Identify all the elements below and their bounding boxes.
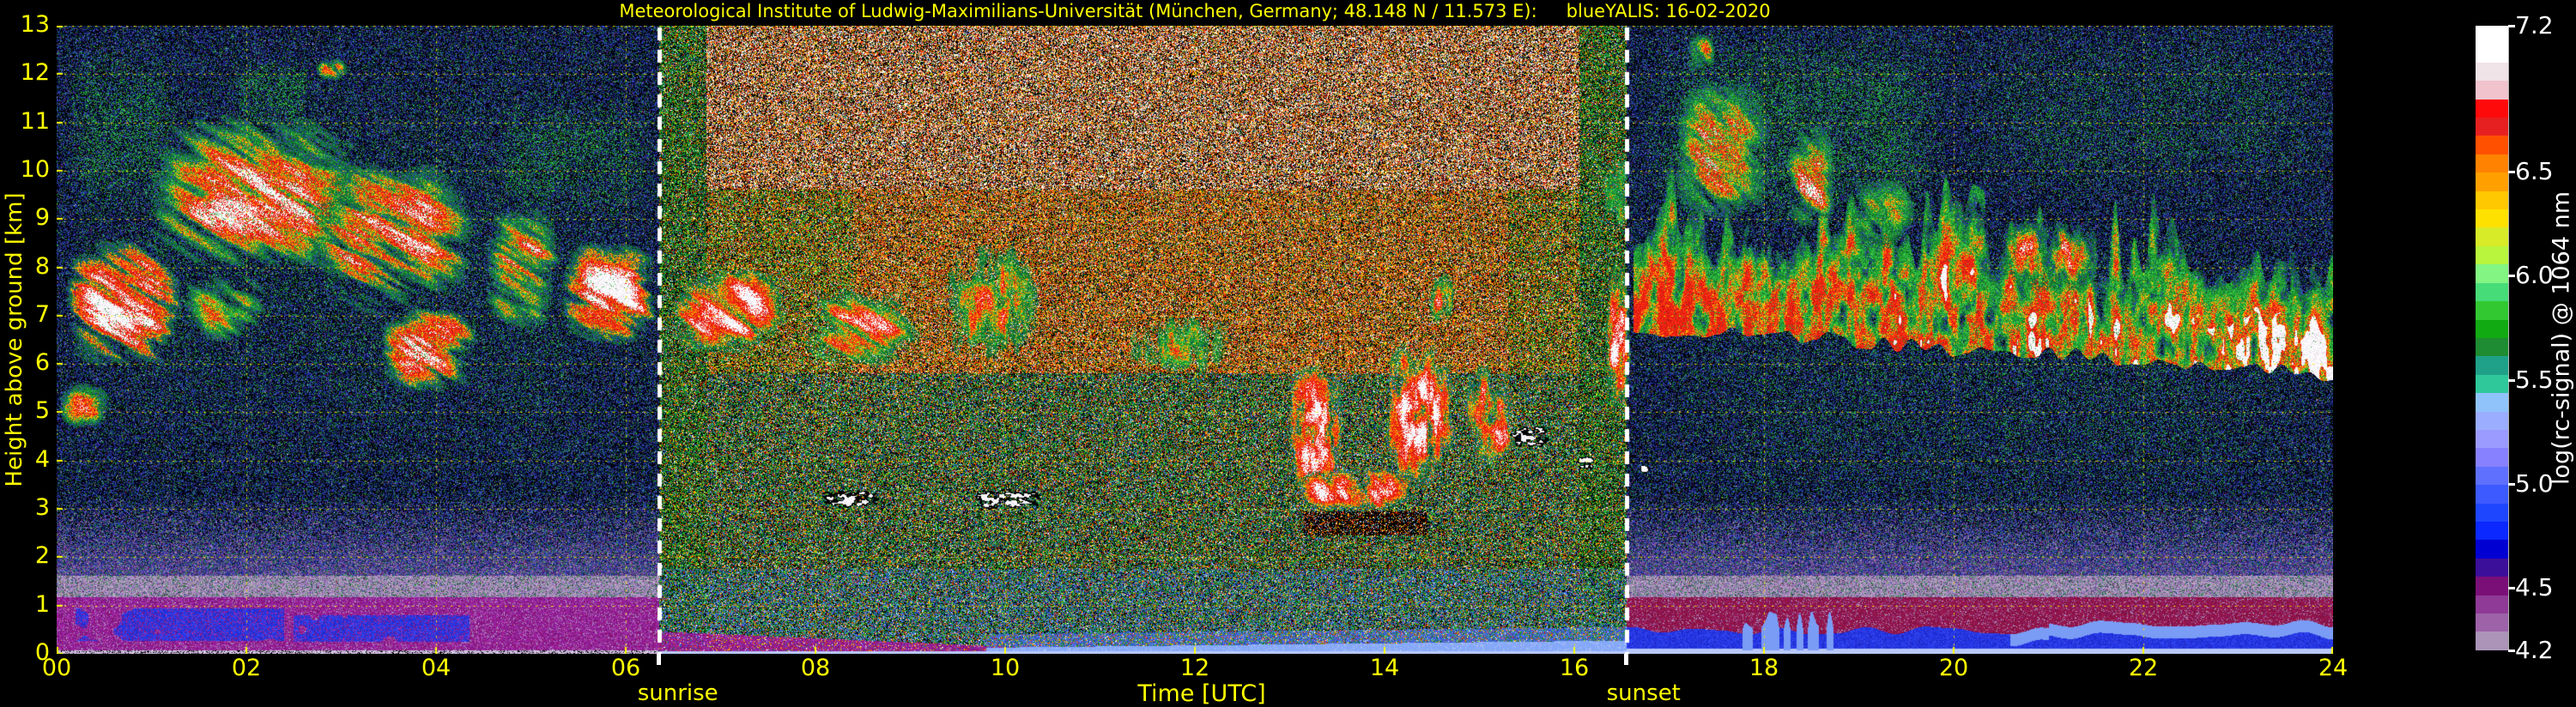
colorbar-block — [2476, 631, 2508, 650]
colorbar-block — [2476, 62, 2508, 82]
sunrise-label: sunrise — [637, 680, 718, 706]
y-tick-10: 10 — [20, 155, 50, 183]
colorbar-block — [2476, 282, 2508, 302]
colorbar-label: log(rc-signal) @ 1064 nm — [2548, 190, 2575, 486]
colorbar-tick-4.5: 4.5 — [2515, 573, 2554, 602]
colorbar-block — [2476, 356, 2508, 375]
x-tick-16: 16 — [1559, 655, 1590, 681]
lidar-heatmap-canvas — [57, 26, 2333, 654]
x-tick-18: 18 — [1749, 655, 1779, 681]
y-tick-12: 12 — [20, 59, 50, 87]
colorbar-block — [2476, 99, 2508, 118]
colorbar-tick-4.2: 4.2 — [2515, 636, 2554, 664]
colorbar-block — [2476, 245, 2508, 265]
x-tick-24: 24 — [2318, 655, 2349, 681]
y-tick-8: 8 — [34, 252, 50, 280]
colorbar-block — [2476, 118, 2508, 136]
colorbar-block — [2476, 374, 2508, 394]
colorbar-tick-7.2: 7.2 — [2515, 11, 2554, 39]
sunset-axis-mark — [1624, 654, 1629, 665]
x-tick-06: 06 — [610, 655, 641, 681]
y-tick-13: 13 — [20, 11, 50, 38]
colorbar-block — [2476, 44, 2508, 63]
colorbar-block — [2476, 319, 2508, 338]
colorbar-block — [2476, 26, 2508, 45]
y-tick-3: 3 — [34, 494, 50, 522]
x-tick-20: 20 — [1938, 655, 1969, 681]
colorbar-tick-mark — [2508, 587, 2515, 590]
title-run-date: blueYALIS: 16-02-2020 — [1566, 1, 1771, 21]
x-tick-00: 00 — [41, 655, 72, 681]
colorbar-block — [2476, 577, 2508, 595]
colorbar-block — [2476, 301, 2508, 320]
colorbar-block — [2476, 337, 2508, 357]
colorbar-tick-mark — [2508, 170, 2515, 173]
colorbar-tick-mark — [2508, 25, 2515, 27]
colorbar-block — [2476, 227, 2508, 246]
y-tick-4: 4 — [34, 445, 50, 473]
x-axis-label: Time [UTC] — [1137, 680, 1266, 707]
x-tick-04: 04 — [421, 655, 452, 681]
page-title: Meteorological Institute of Ludwig-Maxim… — [57, 1, 2333, 21]
colorbar-block — [2476, 613, 2508, 632]
colorbar-block — [2476, 264, 2508, 283]
x-tick-12: 12 — [1179, 655, 1210, 681]
x-tick-08: 08 — [800, 655, 831, 681]
colorbar-block — [2476, 411, 2508, 430]
x-tick-10: 10 — [990, 655, 1021, 681]
x-tick-22: 22 — [2128, 655, 2159, 681]
colorbar-block — [2476, 209, 2508, 228]
lidar-quicklook-page: Meteorological Institute of Ludwig-Maxim… — [0, 0, 2576, 707]
y-tick-2: 2 — [34, 542, 50, 570]
colorbar-block — [2476, 172, 2508, 191]
colorbar-tick-mark — [2508, 378, 2515, 382]
y-tick-5: 5 — [34, 397, 50, 425]
y-tick-9: 9 — [34, 204, 50, 232]
colorbar-tick-mark — [2508, 275, 2515, 278]
colorbar-tick-mark — [2508, 482, 2515, 486]
colorbar-tick-mark — [2508, 650, 2515, 652]
colorbar-block — [2476, 429, 2508, 449]
colorbar-block — [2476, 595, 2508, 613]
colorbar-tick-6.5: 6.5 — [2515, 156, 2554, 185]
colorbar-block — [2476, 466, 2508, 486]
y-tick-1: 1 — [34, 590, 50, 618]
colorbar-block — [2476, 448, 2508, 467]
colorbar-block — [2476, 154, 2508, 173]
y-axis-label: Height above ground [km] — [2, 192, 27, 487]
colorbar-block — [2476, 485, 2508, 504]
colorbar-block — [2476, 81, 2508, 100]
y-tick-6: 6 — [34, 349, 50, 377]
colorbar-block — [2476, 190, 2508, 210]
x-tick-14: 14 — [1369, 655, 1400, 681]
colorbar-block — [2476, 558, 2508, 577]
colorbar-block — [2476, 136, 2508, 154]
y-tick-7: 7 — [34, 300, 50, 328]
colorbar-block — [2476, 393, 2508, 412]
sunset-label: sunset — [1606, 680, 1681, 706]
title-institute: Meteorological Institute of Ludwig-Maxim… — [619, 1, 1537, 21]
colorbar-block — [2476, 521, 2508, 541]
colorbar-block — [2476, 503, 2508, 522]
x-tick-02: 02 — [231, 655, 262, 681]
sunrise-axis-mark — [657, 654, 662, 665]
colorbar — [2476, 26, 2509, 650]
colorbar-block — [2476, 540, 2508, 559]
y-tick-11: 11 — [20, 107, 50, 135]
